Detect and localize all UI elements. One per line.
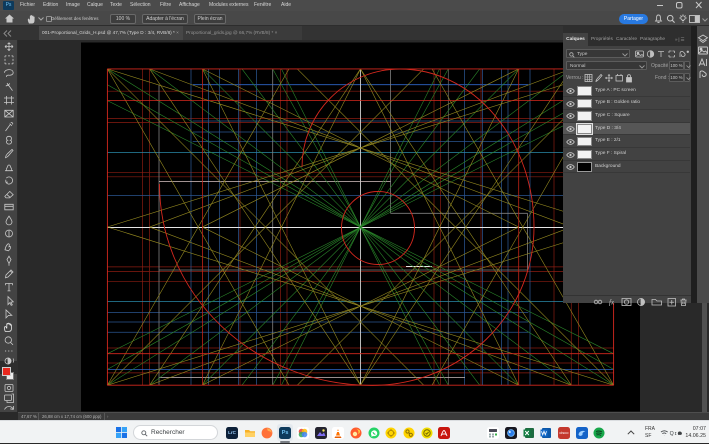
svg-text:fx: fx [609,299,615,307]
svg-text:Q ɪ: Q ɪ [670,431,677,437]
